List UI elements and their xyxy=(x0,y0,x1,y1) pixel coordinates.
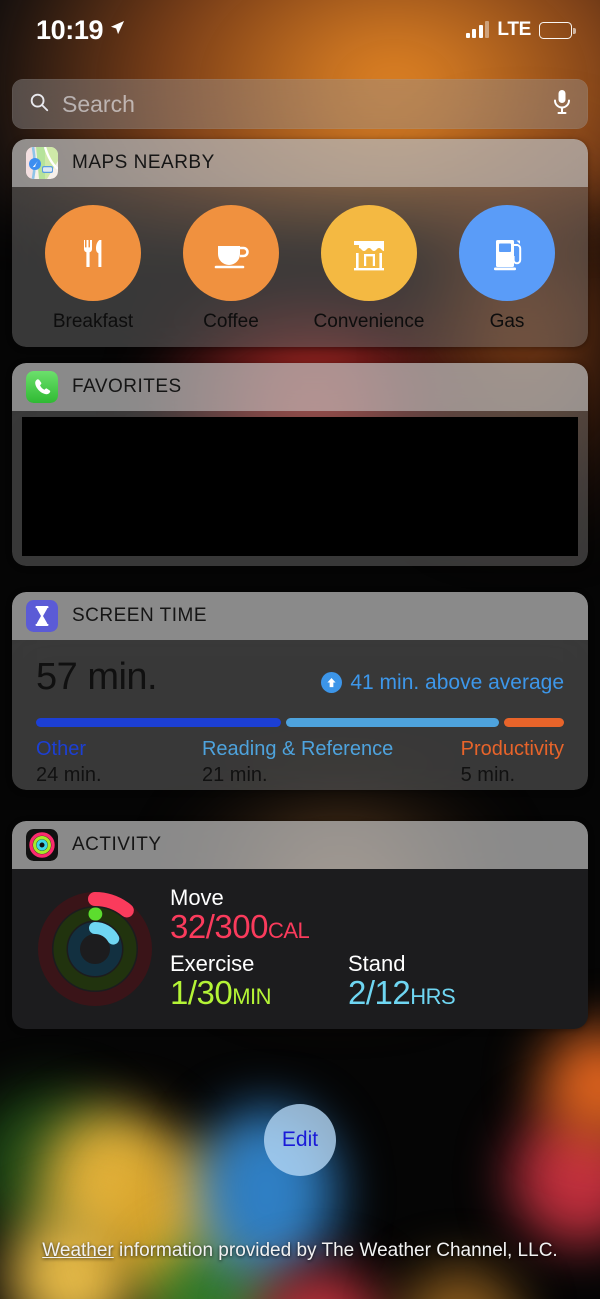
activity-exercise-unit: MIN xyxy=(232,984,272,1010)
maps-category-label: Breakfast xyxy=(52,311,134,332)
carrier-type-label: LTE xyxy=(497,19,531,40)
search-input[interactable]: Search xyxy=(62,91,552,118)
status-bar-left: 10:19 xyxy=(36,15,125,46)
today-view-screen: 10:19 LTE Search MAPS NEARBY Breakfast C… xyxy=(0,0,600,1299)
screen-time-legend-item: Reading & Reference 21 min. xyxy=(202,738,461,787)
screen-time-segment-reading xyxy=(286,718,500,727)
widget-title: SCREEN TIME xyxy=(72,605,208,626)
activity-metric-exercise: Exercise 1/30MIN xyxy=(170,952,348,1012)
activity-stats: Move 32/300CAL Exercise 1/30MIN Stand 2/… xyxy=(156,886,574,1012)
screen-time-summary-row: 57 min. 41 min. above average xyxy=(36,656,564,699)
activity-stand-value: 2/12 xyxy=(348,974,411,1012)
phone-app-icon xyxy=(26,371,58,403)
clock: 10:19 xyxy=(36,14,104,45)
screen-time-total: 57 min. xyxy=(36,656,158,698)
activity-metric-label: Exercise xyxy=(170,951,255,976)
storefront-icon xyxy=(321,205,417,301)
maps-category-breakfast[interactable]: Breakfast xyxy=(34,205,152,333)
activity-metric-value: 2/12HRS xyxy=(348,974,456,1012)
fuel-pump-icon xyxy=(459,205,555,301)
status-bar-right: LTE xyxy=(465,19,576,41)
screen-time-legend-item: Productivity 5 min. xyxy=(461,738,564,787)
screen-time-segment-productivity xyxy=(504,718,565,727)
screen-time-bar xyxy=(36,718,565,727)
hourglass-icon xyxy=(26,600,58,632)
widget-screen-time[interactable]: SCREEN TIME 57 min. 41 min. above averag… xyxy=(12,592,588,790)
activity-body: Move 32/300CAL Exercise 1/30MIN Stand 2/… xyxy=(12,869,588,1029)
search-icon xyxy=(28,91,50,118)
activity-metric-stand: Stand 2/12HRS xyxy=(348,951,456,1012)
activity-metric-value: 1/30MIN xyxy=(170,974,348,1012)
screen-time-category-name: Productivity xyxy=(460,738,564,760)
screen-time-legend: Other 24 min. Reading & Reference 21 min… xyxy=(36,738,564,787)
maps-app-icon xyxy=(26,147,58,179)
activity-move-value: 32/300 xyxy=(170,908,268,946)
maps-category-row: Breakfast Coffee Convenience Gas xyxy=(12,187,588,347)
widget-title: MAPS NEARBY xyxy=(72,152,215,173)
screen-time-legend-item: Other 24 min. xyxy=(36,738,202,787)
screen-time-category-name: Reading & Reference xyxy=(201,738,394,760)
bokeh-brown-lower xyxy=(400,1268,520,1299)
coffee-cup-icon xyxy=(183,205,279,301)
screen-time-comparison: 41 min. above average xyxy=(321,671,564,695)
activity-metric-label: Move xyxy=(170,884,224,910)
arrow-up-circle-icon xyxy=(321,672,343,693)
screen-time-body: 57 min. 41 min. above average Other 24 m… xyxy=(12,640,588,790)
maps-category-label: Convenience xyxy=(313,311,425,332)
widget-title: ACTIVITY xyxy=(72,834,162,855)
screen-time-category-time: 5 min. xyxy=(460,764,516,786)
weather-link[interactable]: Weather xyxy=(42,1240,113,1261)
screen-time-category-time: 24 min. xyxy=(36,764,102,786)
widget-header-activity[interactable]: ACTIVITY xyxy=(12,821,588,869)
screen-time-category-name: Other xyxy=(36,738,87,760)
status-bar: 10:19 LTE xyxy=(0,0,600,60)
cellular-signal-icon xyxy=(465,21,490,38)
widget-favorites[interactable]: FAVORITES xyxy=(12,363,588,566)
activity-exercise-value: 1/30 xyxy=(170,974,233,1012)
screen-time-segment-other xyxy=(36,718,282,727)
activity-metric-label: Stand xyxy=(348,951,406,976)
fork-knife-icon xyxy=(45,205,141,301)
widget-maps-nearby[interactable]: MAPS NEARBY Breakfast Coffee Convenience… xyxy=(12,139,588,347)
weather-attribution: Weather information provided by The Weat… xyxy=(0,1240,600,1262)
activity-rings xyxy=(34,888,156,1010)
activity-move-unit: CAL xyxy=(267,918,310,944)
location-arrow-icon xyxy=(110,20,125,40)
favorites-body xyxy=(12,411,588,566)
screen-time-category-time: 21 min. xyxy=(201,764,268,786)
activity-metric-value: 32/300CAL xyxy=(170,908,574,946)
microphone-icon[interactable] xyxy=(552,89,572,120)
widget-header-favorites[interactable]: FAVORITES xyxy=(12,363,588,411)
activity-stand-unit: HRS xyxy=(410,984,456,1010)
maps-category-gas[interactable]: Gas xyxy=(448,205,566,333)
battery-icon xyxy=(539,21,576,39)
maps-category-label: Gas xyxy=(489,311,525,332)
edit-button[interactable]: Edit xyxy=(264,1104,336,1176)
widget-header-screen-time[interactable]: SCREEN TIME xyxy=(12,592,588,640)
maps-category-coffee[interactable]: Coffee xyxy=(172,205,290,333)
widget-title: FAVORITES xyxy=(72,376,182,397)
maps-category-convenience[interactable]: Convenience xyxy=(310,205,428,333)
weather-attribution-text: information provided by The Weather Chan… xyxy=(113,1240,558,1261)
activity-metric-row: Exercise 1/30MIN Stand 2/12HRS xyxy=(170,952,574,1012)
maps-category-label: Coffee xyxy=(203,311,259,332)
widget-activity[interactable]: ACTIVITY Move 32/300CAL Exercise 1/30MIN… xyxy=(12,821,588,1029)
activity-rings-icon xyxy=(26,829,58,861)
search-bar[interactable]: Search xyxy=(12,79,588,129)
screen-time-comparison-label: 41 min. above average xyxy=(350,670,564,694)
favorites-empty-area[interactable] xyxy=(22,417,578,556)
widget-header-maps[interactable]: MAPS NEARBY xyxy=(12,139,588,187)
activity-metric-move: Move 32/300CAL xyxy=(170,886,574,946)
